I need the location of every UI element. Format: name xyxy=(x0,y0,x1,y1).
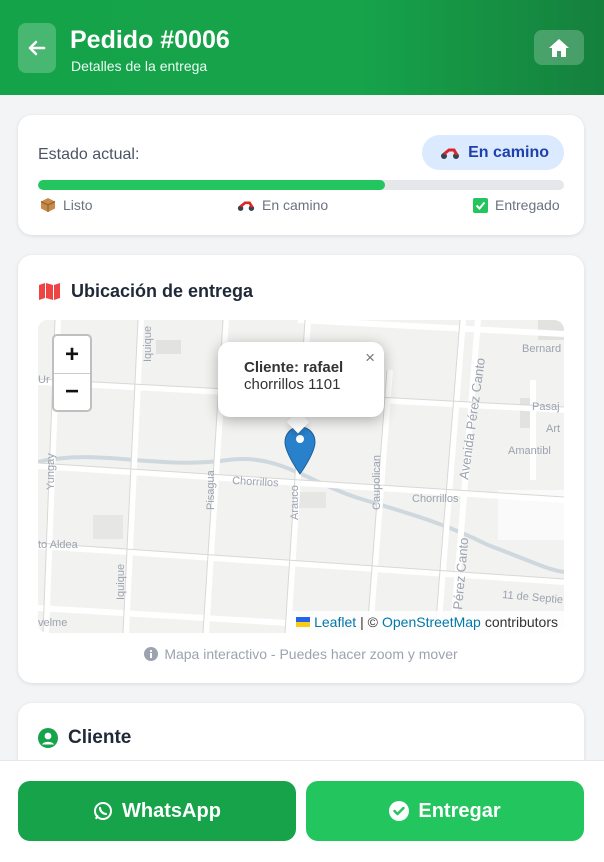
popup-address: chorrillos 1101 xyxy=(244,376,341,393)
ukraine-flag-icon xyxy=(296,617,311,627)
app-header: Pedido #0006 Detalles de la entrega xyxy=(0,0,604,95)
attribution-suffix: contributors xyxy=(484,614,558,630)
motorcycle-icon xyxy=(441,148,460,159)
street-label: Bernard xyxy=(522,343,561,355)
popup-client-name: Cliente: rafael xyxy=(244,359,344,376)
step-label: Entregado xyxy=(495,197,560,213)
map-icon xyxy=(39,283,60,300)
checkbox-icon xyxy=(473,197,488,213)
street-label: Iquique xyxy=(115,564,127,600)
map-card: Ubicación de entrega Iquique Yungay Pisa… xyxy=(18,255,584,683)
street-label: Yungay xyxy=(45,453,57,490)
map-section-title: Ubicación de entrega xyxy=(38,281,253,302)
status-badge-label: En camino xyxy=(468,143,549,161)
map-hint: Mapa interactivo - Puedes hacer zoom y m… xyxy=(18,646,584,662)
street-label: Iquique xyxy=(142,326,154,362)
step-entregado: Entregado xyxy=(473,197,560,213)
street-label: Caupolican xyxy=(371,455,383,510)
street-label: Art xyxy=(546,423,560,435)
step-label: En camino xyxy=(262,197,329,213)
info-icon xyxy=(144,647,159,661)
arrow-left-icon xyxy=(28,40,46,56)
zoom-in-button[interactable]: + xyxy=(54,336,90,373)
leaflet-link[interactable]: Leaflet xyxy=(314,614,356,630)
client-section-title: Cliente xyxy=(38,727,131,749)
client-title-text: Cliente xyxy=(68,727,132,748)
whatsapp-label: WhatsApp xyxy=(122,799,221,822)
step-listo: Listo xyxy=(40,197,93,213)
action-footer: WhatsApp Entregar xyxy=(0,760,604,862)
attribution-separator: | © xyxy=(360,614,378,630)
street-label: Amantibl xyxy=(508,445,551,457)
map-popup: × Cliente: rafael chorrillos 1101 xyxy=(218,342,384,417)
map-hint-text: Mapa interactivo - Puedes hacer zoom y m… xyxy=(164,646,458,662)
status-label: Estado actual: xyxy=(38,146,140,163)
popup-close-button[interactable]: × xyxy=(365,348,375,368)
deliver-label: Entregar xyxy=(418,799,501,822)
status-card: Estado actual: En camino Listo En camino… xyxy=(18,115,584,235)
zoom-out-button[interactable]: − xyxy=(54,373,90,410)
whatsapp-icon xyxy=(94,802,113,820)
street-label: to Aldea xyxy=(38,539,79,551)
street-label: Pisagua xyxy=(205,469,217,510)
check-circle-icon xyxy=(389,801,410,821)
page-subtitle: Detalles de la entrega xyxy=(71,58,208,74)
progress-bar xyxy=(38,180,564,190)
delivery-map[interactable]: Iquique Yungay Pisagua Chorrillos Arauco… xyxy=(38,320,564,633)
street-label: Arauco xyxy=(289,485,301,520)
street-label: Chorrillos xyxy=(232,475,280,489)
map-title-text: Ubicación de entrega xyxy=(71,281,254,301)
street-label: Pasaj xyxy=(532,401,560,413)
step-en-camino: En camino xyxy=(237,197,328,213)
street-label: velme xyxy=(38,617,67,629)
osm-link[interactable]: OpenStreetMap xyxy=(382,614,481,630)
motorcycle-icon xyxy=(237,200,255,211)
progress-fill xyxy=(38,180,386,190)
whatsapp-button[interactable]: WhatsApp xyxy=(18,781,296,841)
street-label: Ur xyxy=(38,374,50,386)
deliver-button[interactable]: Entregar xyxy=(306,781,584,841)
home-button[interactable] xyxy=(534,30,584,65)
street-label: Chorrillos xyxy=(412,493,459,505)
back-button[interactable] xyxy=(18,23,56,73)
page-title: Pedido #0006 xyxy=(70,26,230,54)
home-icon xyxy=(549,38,569,57)
step-label: Listo xyxy=(63,197,93,213)
map-attribution: Leaflet | © OpenStreetMap contributors xyxy=(290,611,564,633)
status-badge: En camino xyxy=(422,135,564,170)
zoom-control: + − xyxy=(52,334,92,412)
user-circle-icon xyxy=(38,728,58,748)
box-icon xyxy=(40,198,56,212)
